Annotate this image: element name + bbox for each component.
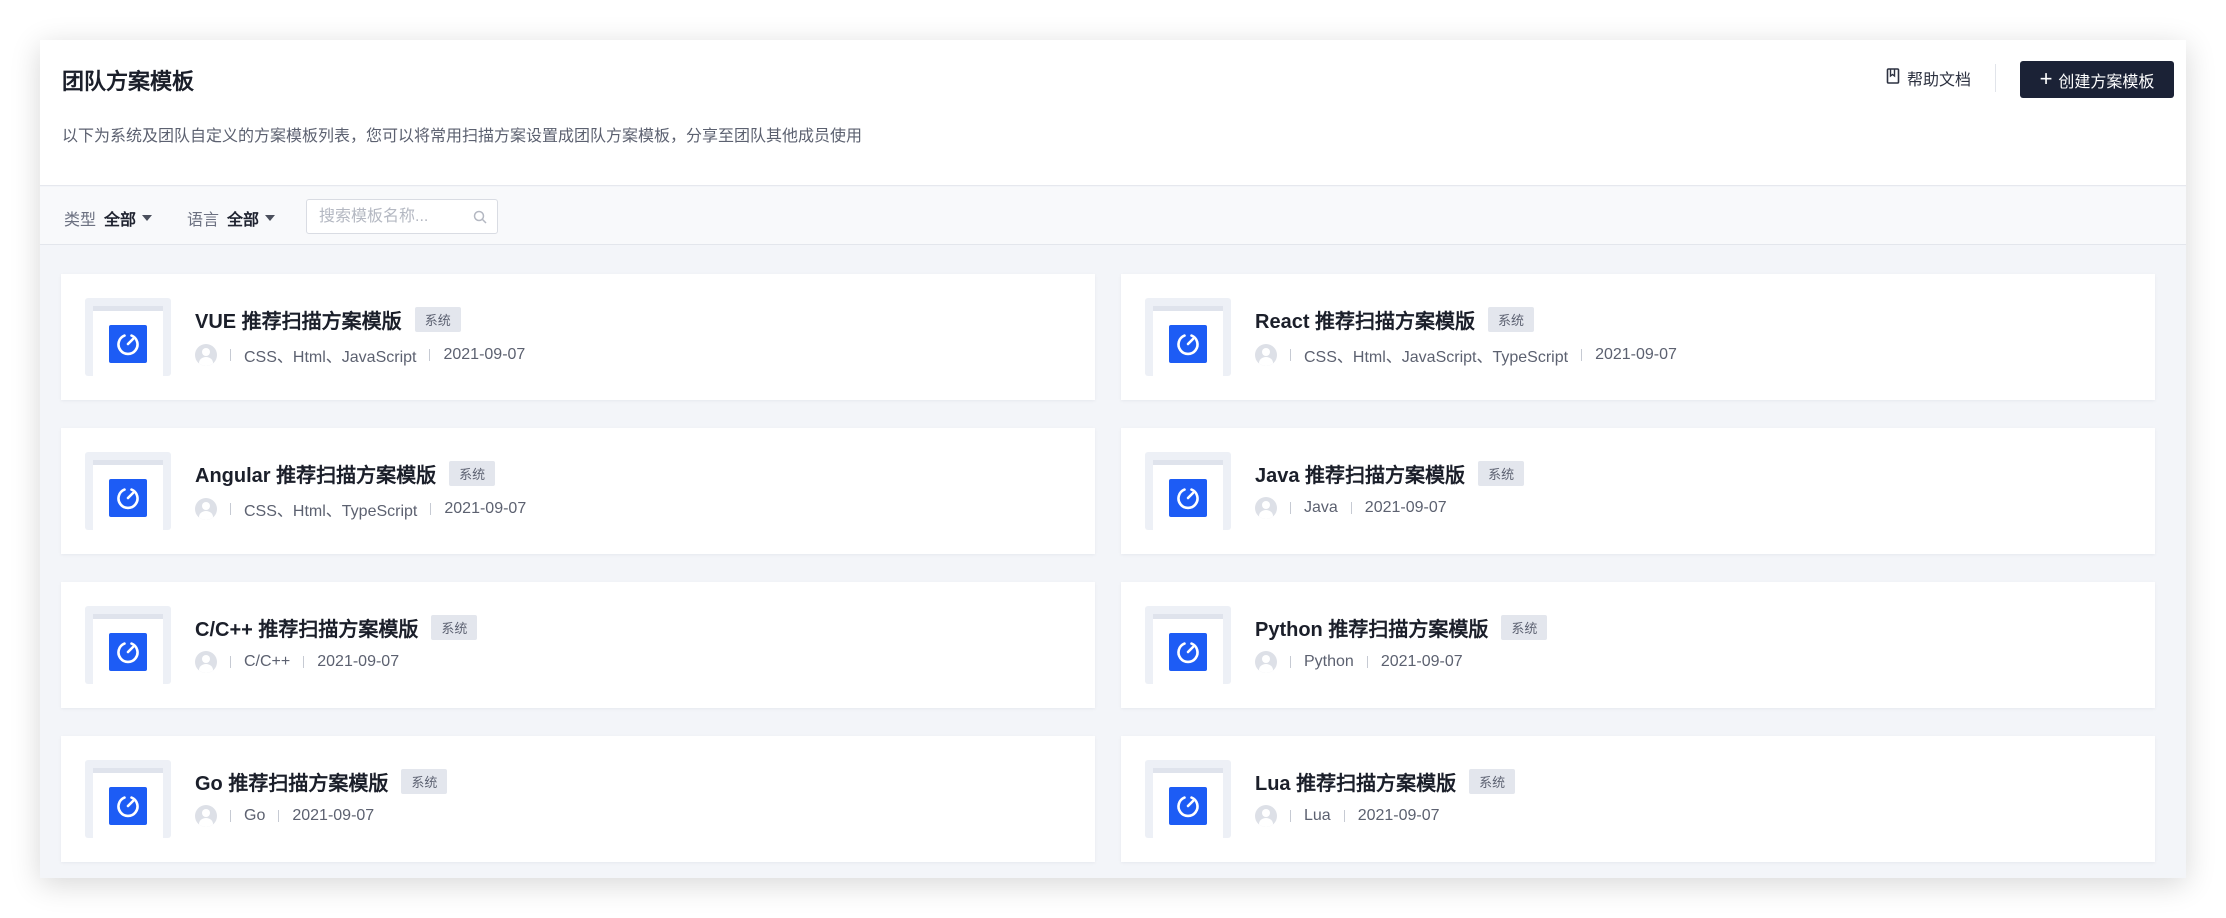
avatar-icon (1255, 805, 1277, 827)
template-date: 2021-09-07 (444, 500, 527, 517)
template-date: 2021-09-07 (317, 653, 400, 670)
system-badge: 系统 (1488, 307, 1535, 332)
template-thumbnail (1145, 760, 1231, 838)
scan-logo-icon (109, 632, 147, 671)
template-date: 2021-09-07 (292, 807, 375, 824)
avatar-icon (195, 651, 217, 673)
template-name: Angular 推荐扫描方案模版 (195, 465, 437, 487)
template-languages: CSS、Html、JavaScript、TypeScript (1304, 349, 1569, 366)
template-card[interactable]: Go 推荐扫描方案模版 系统 Go 2021-09-07 (61, 736, 1095, 862)
system-badge: 系统 (1478, 461, 1525, 486)
template-date: 2021-09-07 (1380, 653, 1463, 670)
page-title: 团队方案模板 (62, 69, 195, 94)
system-badge: 系统 (1469, 769, 1516, 794)
help-docs-link[interactable]: 帮助文档 (1886, 66, 1971, 90)
template-card-grid: VUE 推荐扫描方案模版 系统 CSS、Html、JavaScript 2021… (61, 274, 2155, 862)
scan-logo-icon (1169, 632, 1207, 671)
template-languages: C/C++ (244, 653, 291, 670)
template-languages: CSS、Html、TypeScript (244, 503, 418, 520)
template-card[interactable]: Lua 推荐扫描方案模版 系统 Lua 2021-09-07 (1121, 736, 2155, 862)
template-name: Java 推荐扫描方案模版 (1255, 465, 1466, 487)
help-docs-label: 帮助文档 (1906, 72, 1971, 89)
book-icon (1886, 67, 1900, 89)
template-card[interactable]: React 推荐扫描方案模版 系统 CSS、Html、JavaScript、Ty… (1121, 274, 2155, 400)
caret-down-icon (142, 215, 153, 221)
page-description: 以下为系统及团队自定义的方案模板列表，您可以将常用扫描方案设置成团队方案模板，分… (62, 128, 863, 145)
scan-logo-icon (1169, 786, 1207, 825)
template-search-input[interactable] (307, 200, 497, 233)
template-thumbnail (1145, 298, 1231, 376)
template-thumbnail (1145, 606, 1231, 684)
template-card[interactable]: Java 推荐扫描方案模版 系统 Java 2021-09-07 (1121, 428, 2155, 554)
template-thumbnail (85, 452, 171, 530)
scan-logo-icon (109, 324, 147, 363)
type-filter-value: 全部 (104, 212, 137, 229)
template-date: 2021-09-07 (443, 346, 526, 363)
template-name: VUE 推荐扫描方案模版 (195, 311, 402, 333)
avatar-icon (195, 498, 217, 520)
template-name: Python 推荐扫描方案模版 (1255, 619, 1489, 641)
system-badge: 系统 (1501, 615, 1548, 640)
template-card[interactable]: C/C++ 推荐扫描方案模版 系统 C/C++ 2021-09-07 (61, 582, 1095, 708)
header-divider (1995, 64, 1996, 92)
template-thumbnail (85, 606, 171, 684)
template-thumbnail (85, 298, 171, 376)
create-template-button[interactable]: + 创建方案模板 (2020, 61, 2174, 98)
template-name: C/C++ 推荐扫描方案模版 (195, 619, 419, 641)
language-filter-dropdown[interactable]: 语言 全部 (187, 206, 276, 230)
caret-down-icon (265, 215, 276, 221)
avatar-icon (1255, 497, 1277, 519)
template-search-box (306, 199, 498, 234)
template-name: React 推荐扫描方案模版 (1255, 311, 1476, 333)
template-name: Lua 推荐扫描方案模版 (1255, 773, 1457, 795)
avatar-icon (1255, 344, 1277, 366)
template-date: 2021-09-07 (1357, 807, 1440, 824)
template-card[interactable]: Python 推荐扫描方案模版 系统 Python 2021-09-07 (1121, 582, 2155, 708)
scan-logo-icon (109, 786, 147, 825)
template-name: Go 推荐扫描方案模版 (195, 773, 389, 795)
template-date: 2021-09-07 (1595, 346, 1677, 363)
page-header: 团队方案模板 以下为系统及团队自定义的方案模板列表，您可以将常用扫描方案设置成团… (40, 40, 2186, 186)
template-card[interactable]: VUE 推荐扫描方案模版 系统 CSS、Html、JavaScript 2021… (61, 274, 1095, 400)
create-template-label: 创建方案模板 (2058, 73, 2155, 91)
template-languages: Java (1304, 499, 1338, 516)
template-card[interactable]: Angular 推荐扫描方案模版 系统 CSS、Html、TypeScript … (61, 428, 1095, 554)
template-languages: Lua (1304, 807, 1331, 824)
filter-bar: 类型 全部 语言 全部 (40, 187, 2186, 245)
scan-logo-icon (1169, 478, 1207, 517)
system-badge: 系统 (431, 615, 478, 640)
template-thumbnail (1145, 452, 1231, 530)
template-languages: Go (244, 807, 266, 824)
app-window: 团队方案模板 以下为系统及团队自定义的方案模板列表，您可以将常用扫描方案设置成团… (40, 40, 2186, 878)
system-badge: 系统 (414, 307, 461, 332)
language-filter-value: 全部 (227, 212, 260, 229)
template-languages: CSS、Html、JavaScript (244, 349, 417, 366)
avatar-icon (195, 344, 217, 366)
language-filter-label: 语言 (187, 212, 220, 229)
type-filter-dropdown[interactable]: 类型 全部 (64, 206, 153, 230)
scan-logo-icon (1169, 324, 1207, 363)
system-badge: 系统 (449, 461, 496, 486)
avatar-icon (195, 805, 217, 827)
template-languages: Python (1304, 653, 1354, 670)
avatar-icon (1255, 651, 1277, 673)
scan-logo-icon (109, 478, 147, 517)
template-thumbnail (85, 760, 171, 838)
search-icon[interactable] (473, 210, 487, 229)
type-filter-label: 类型 (64, 212, 97, 229)
system-badge: 系统 (401, 769, 448, 794)
template-date: 2021-09-07 (1364, 499, 1447, 516)
plus-icon: + (2039, 65, 2053, 91)
